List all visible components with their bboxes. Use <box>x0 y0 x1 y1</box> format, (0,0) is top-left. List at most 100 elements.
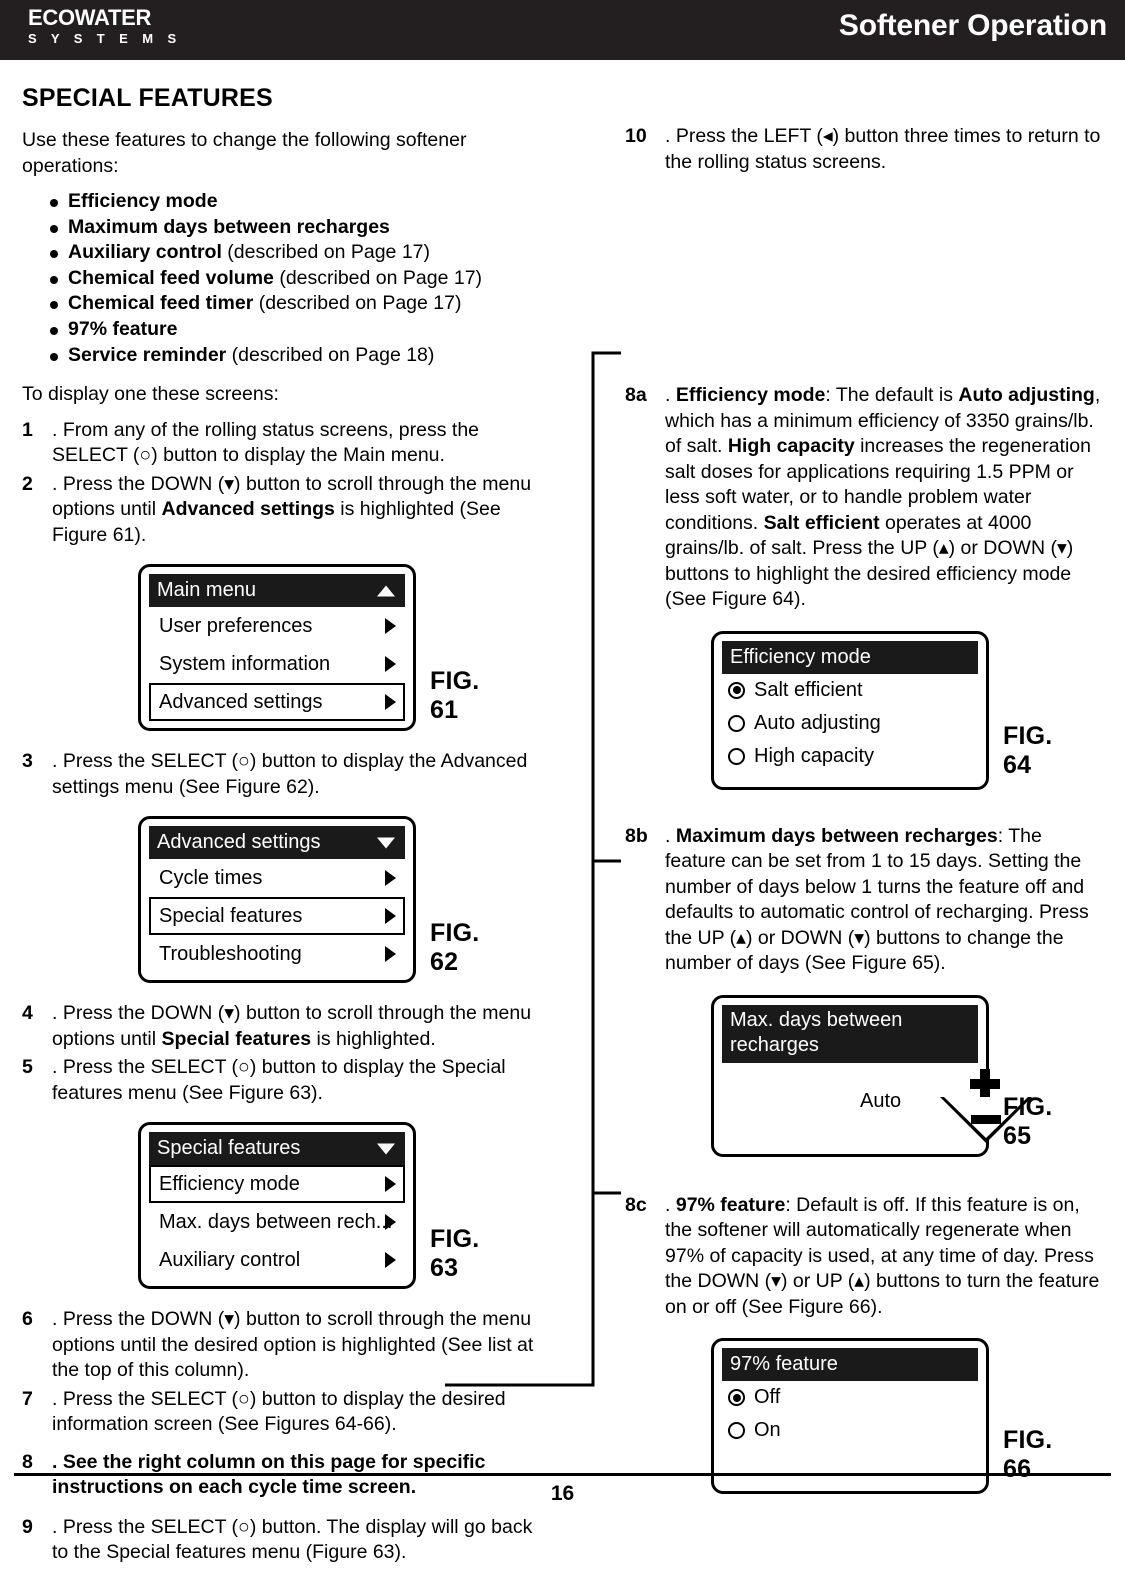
lcd-header: Efficiency mode <box>722 640 978 674</box>
figure-62: Advanced settings Cycle times Special fe… <box>138 816 479 984</box>
arrow-down-icon <box>377 837 395 849</box>
chevron-right-icon <box>385 1252 396 1269</box>
minus-icon[interactable] <box>971 1114 1001 1124</box>
page-number: 16 <box>550 1482 575 1505</box>
plus-icon[interactable] <box>970 1068 1000 1099</box>
lcd-row-label: Auxiliary control <box>159 1249 301 1272</box>
step-number: 3 <box>22 750 33 773</box>
feature-name: Chemical feed timer <box>68 292 254 315</box>
chevron-right-icon <box>385 1214 396 1231</box>
chevron-right-icon <box>385 618 396 635</box>
feature-name: Efficiency mode <box>68 190 218 212</box>
step-text: . Press the SELECT (○) button to display… <box>52 1387 506 1436</box>
lcd-screen-97-feature: 97% feature Off On <box>711 1338 989 1494</box>
step-emphasis: Efficiency mode <box>675 384 826 406</box>
step-5: 5 . Press the SELECT (○) button to displ… <box>22 1055 542 1106</box>
radio-label: Salt efficient <box>754 678 863 701</box>
lcd-row-auxiliary-control[interactable]: Auxiliary control <box>149 1241 405 1279</box>
radio-option-high-capacity[interactable]: High capacity <box>722 740 978 773</box>
to-display-paragraph: To display one these screens: <box>22 383 279 406</box>
lcd-row-label: Special features <box>159 905 303 928</box>
list-item: Chemical feed volume (described on Page … <box>50 266 542 292</box>
radio-option-salt-efficient[interactable]: Salt efficient <box>722 674 978 707</box>
step-number: 8 <box>22 1450 33 1473</box>
feature-name: Service reminder <box>68 343 227 366</box>
figure-label-61: FIG. 61 <box>430 667 480 725</box>
feature-note: (described on Page 17) <box>221 241 431 264</box>
step-number: 1 <box>22 418 33 441</box>
lcd-header-label: 97% feature <box>730 1353 838 1375</box>
step-8b: 8b . Maximum days between recharges: The… <box>625 824 1103 977</box>
lcd-header-label-line2: recharges <box>730 1033 819 1056</box>
radio-label: On <box>754 1419 781 1441</box>
radio-option-auto-adjusting[interactable]: Auto adjusting <box>722 707 978 740</box>
lcd-row-efficiency-mode[interactable]: Efficiency mode <box>149 1165 405 1204</box>
step-text-b: is highlighted. <box>311 1027 436 1050</box>
arrow-up-icon <box>377 585 395 597</box>
step-8a: 8a . Efficiency mode: The default is Aut… <box>625 383 1103 613</box>
step-number: 9 <box>22 1515 33 1538</box>
step-6: 6 . Press the DOWN (▾) button to scroll … <box>22 1307 542 1384</box>
lcd-header: Main menu <box>149 574 405 608</box>
lcd-header: Special features <box>149 1132 405 1166</box>
brand-name: ECOWATER <box>28 5 152 30</box>
lcd-row-cycle-times[interactable]: Cycle times <box>149 859 405 897</box>
step-text: . Press the DOWN (▾) button to scroll th… <box>52 1308 534 1382</box>
feature-name: Chemical feed volume <box>68 266 274 289</box>
radio-selected-icon <box>728 681 745 699</box>
step-number: 5 <box>22 1056 33 1079</box>
lcd-header: Max. days between recharges <box>722 1004 978 1063</box>
lcd-screen-main-menu: Main menu User preferences System inform… <box>138 564 416 732</box>
lcd-screen-advanced-settings: Advanced settings Cycle times Special fe… <box>138 816 416 984</box>
step-emphasis: Advanced settings <box>161 498 335 521</box>
feature-name: Auxiliary control <box>68 241 222 264</box>
page-title: Softener Operation <box>838 9 1107 42</box>
step-emphasis: Auto adjusting <box>958 384 1095 406</box>
step-text: . From any of the rolling status screens… <box>52 418 480 467</box>
lcd-row-label: Efficiency mode <box>159 1173 300 1196</box>
arrow-down-icon <box>377 1143 395 1155</box>
step-emphasis: Salt efficient <box>763 511 880 534</box>
step-emphasis: 97% feature <box>675 1193 786 1216</box>
step-1: 1 . From any of the rolling status scree… <box>22 418 542 469</box>
lcd-row-special-features[interactable]: Special features <box>149 897 405 936</box>
chevron-right-icon <box>385 946 396 963</box>
bullet-icon <box>50 301 58 310</box>
lcd-row-system-information[interactable]: System information <box>149 645 405 683</box>
radio-unselected-icon <box>728 714 745 732</box>
lcd-row-user-preferences[interactable]: User preferences <box>149 607 405 645</box>
feature-name: 97% feature <box>68 317 178 340</box>
figure-label-64: FIG. 64 <box>1003 721 1053 779</box>
page-header: ECOWATER S Y S T E M S Softener Operatio… <box>0 0 1125 60</box>
list-item: 97% feature <box>50 317 542 343</box>
figure-66: 97% feature Off On FIG. 66 <box>711 1338 1052 1494</box>
step-text: : The default is <box>825 384 959 406</box>
radio-option-on[interactable]: On <box>722 1414 978 1447</box>
lcd-row-max-days[interactable]: Max. days between rech... <box>149 1203 405 1241</box>
step-text: . Press the LEFT (◂) button three times … <box>665 125 1101 173</box>
lcd-header-label: Special features <box>157 1137 301 1160</box>
figure-label-63: FIG. 63 <box>430 1225 480 1283</box>
list-item: Service reminder (described on Page 18) <box>50 343 542 369</box>
list-item: Maximum days between recharges <box>50 215 542 241</box>
step-4: 4 . Press the DOWN (▾) button to scroll … <box>22 1001 542 1052</box>
lcd-header: Advanced settings <box>149 826 405 860</box>
radio-selected-icon <box>728 1389 745 1406</box>
chevron-right-icon <box>385 656 396 673</box>
stepper-value: Auto <box>860 1089 902 1112</box>
lcd-row-troubleshooting[interactable]: Troubleshooting <box>149 935 405 973</box>
figure-label-65: FIG. 65 <box>1003 1092 1053 1150</box>
bullet-icon <box>50 199 58 207</box>
chevron-right-icon <box>385 908 396 925</box>
step-emphasis: High capacity <box>727 435 855 457</box>
radio-option-off[interactable]: Off <box>722 1381 978 1414</box>
radio-unselected-icon <box>728 1422 745 1439</box>
lcd-header-label: Efficiency mode <box>730 645 871 668</box>
footer-divider <box>14 1473 1111 1476</box>
lcd-row-advanced-settings[interactable]: Advanced settings <box>149 683 405 722</box>
step-number: 6 <box>22 1308 33 1331</box>
chevron-right-icon <box>385 870 396 887</box>
lcd-header-label: Advanced settings <box>157 831 321 854</box>
step-10: 10 . Press the LEFT (◂) button three tim… <box>625 124 1103 175</box>
step-emphasis: Maximum days between recharges <box>675 824 998 847</box>
